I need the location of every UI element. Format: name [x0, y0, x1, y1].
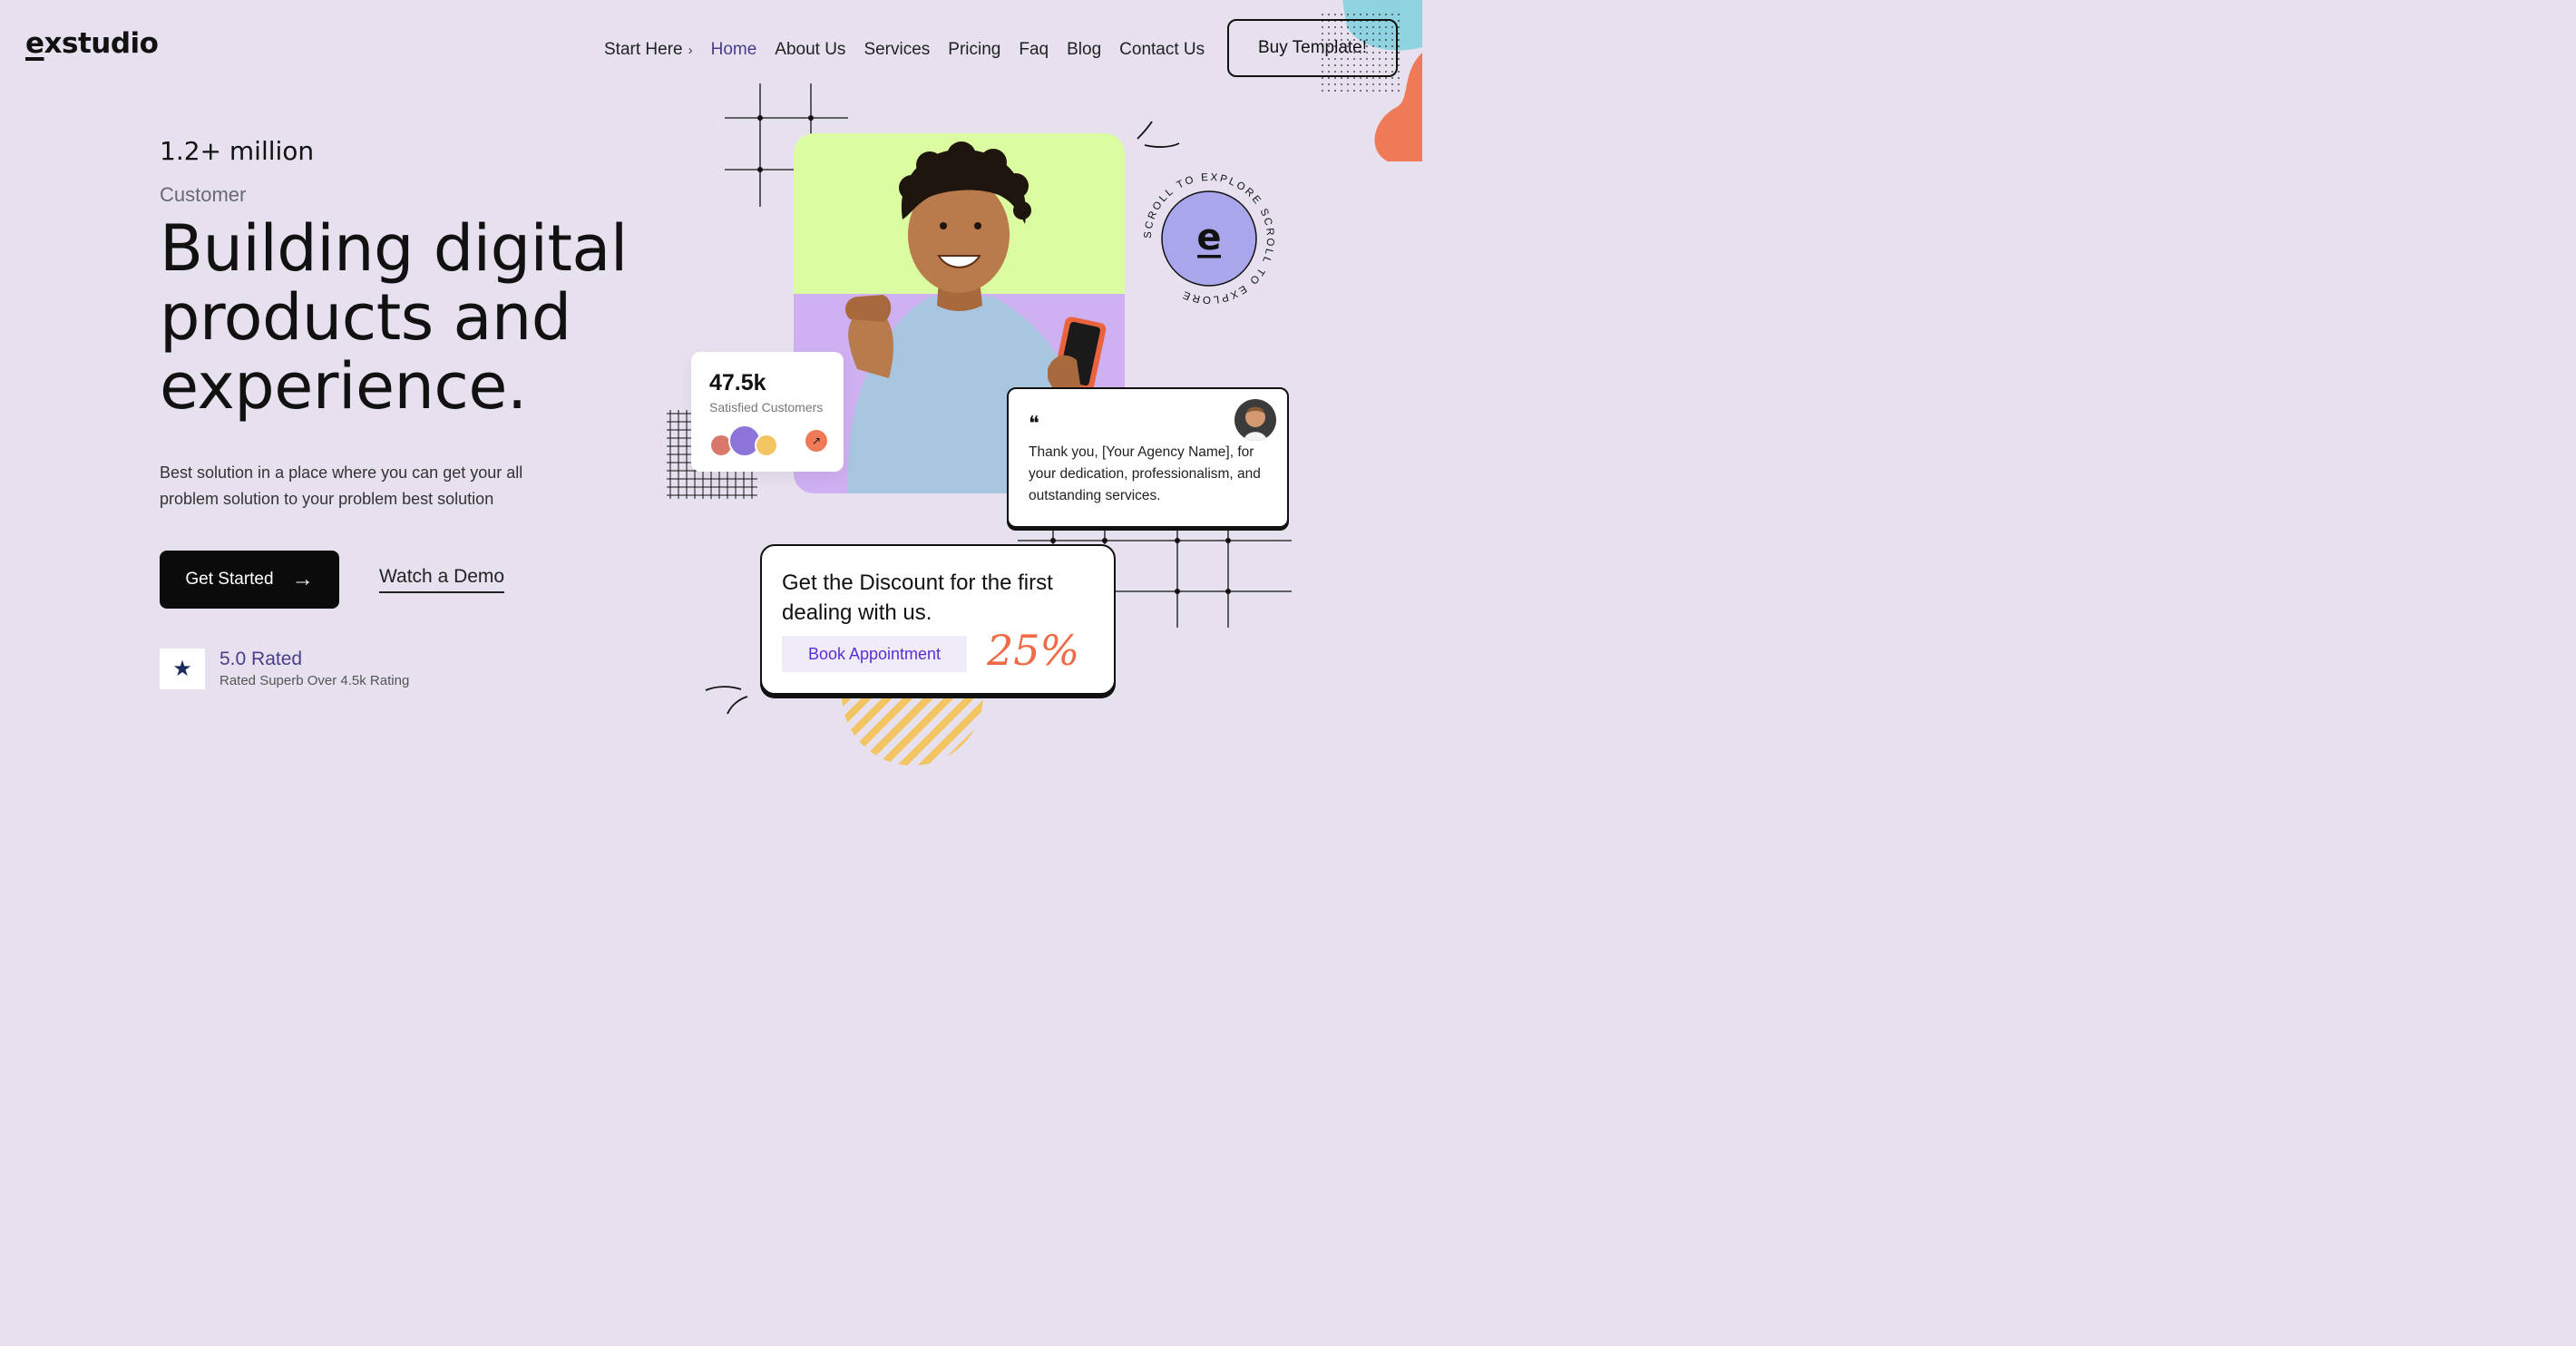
arrow-right-icon: →: [291, 567, 314, 591]
customer-count-label: Customer: [160, 183, 247, 206]
avatar: [1234, 399, 1276, 441]
nav-item-blog[interactable]: Blog: [1067, 40, 1101, 60]
nav-item-pricing[interactable]: Pricing: [948, 40, 1000, 60]
nav-item-home[interactable]: Home: [711, 40, 757, 60]
avatar: [755, 434, 778, 457]
hero-description: Best solution in a place where you can g…: [160, 463, 523, 508]
satisfied-customers-card: 47.5k Satisfied Customers ↗: [691, 352, 844, 472]
rating-title: 5.0 Rated: [220, 649, 303, 669]
testimonial-text: Thank you, [Your Agency Name], for your …: [1029, 444, 1261, 503]
discount-title: Get the Discount for the first dealing w…: [782, 571, 1053, 625]
nav-item-start-here[interactable]: Start Here ›: [604, 40, 693, 60]
chevron-right-icon: ›: [688, 43, 693, 58]
nav-item-contact-us[interactable]: Contact Us: [1119, 40, 1205, 60]
scroll-to-explore-badge[interactable]: SCROLL TO EXPLORE SCROLL TO EXPLORE e: [1141, 171, 1277, 307]
discount-percent: 25%: [987, 626, 1080, 675]
arrow-up-right-icon[interactable]: ↗: [805, 430, 827, 452]
book-appointment-button[interactable]: Book Appointment: [782, 636, 967, 672]
satisfied-customers-label: Satisfied Customers: [709, 400, 824, 415]
satisfied-customers-value: 47.5k: [709, 370, 766, 395]
nav-item-services[interactable]: Services: [864, 40, 930, 60]
buy-template-button[interactable]: Buy Template!: [1227, 19, 1398, 77]
hero-headline: Building digital products and experience…: [160, 211, 628, 424]
star-icon: ★: [160, 649, 205, 689]
rating-subtitle: Rated Superb Over 4.5k Rating: [220, 673, 410, 688]
testimonial-card: ❝ Thank you, [Your Agency Name], for you…: [1007, 387, 1289, 528]
main-nav: Start Here › Home About Us Services Prici…: [604, 40, 1223, 60]
nav-item-faq[interactable]: Faq: [1019, 40, 1049, 60]
quote-icon: ❝: [1029, 412, 1039, 434]
brand-logo[interactable]: exstudio: [25, 27, 159, 60]
badge-letter: e: [1196, 217, 1221, 258]
customer-count: 1.2+ million: [160, 136, 315, 166]
watch-demo-link[interactable]: Watch a Demo: [379, 566, 505, 593]
get-started-button[interactable]: Get Started →: [160, 551, 339, 609]
nav-item-about-us[interactable]: About Us: [775, 40, 845, 60]
discount-card: Get the Discount for the first dealing w…: [760, 544, 1116, 695]
logo-text: xstudio: [44, 27, 159, 60]
get-started-label: Get Started: [185, 570, 274, 589]
logo-letter: e: [25, 27, 44, 60]
striped-semicircle: [842, 695, 983, 766]
